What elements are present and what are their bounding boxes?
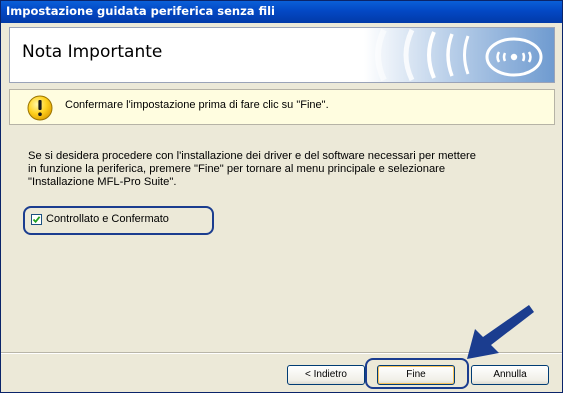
confirm-checkbox[interactable]: [31, 214, 42, 225]
instruction-line: in funzione la periferica, premere "Fine…: [28, 163, 446, 175]
page-title: Nota Importante: [22, 42, 163, 62]
wizard-header: Nota Importante: [9, 27, 555, 83]
confirm-checkbox-label[interactable]: Controllato e Confermato: [46, 213, 169, 225]
title-bar: Impostazione guidata periferica senza fi…: [1, 1, 562, 23]
notice-banner: Confermare l'impostazione prima di fare …: [9, 89, 555, 125]
pointer-arrow-icon: [467, 305, 534, 359]
checkmark-icon: [32, 216, 41, 224]
back-button[interactable]: < Indietro: [287, 365, 365, 385]
instruction-text: Se si desidera procedere con l'installaz…: [28, 150, 538, 189]
wizard-window: Impostazione guidata periferica senza fi…: [0, 0, 563, 393]
instruction-line: "Installazione MFL-Pro Suite".: [28, 176, 177, 188]
cancel-button[interactable]: Annulla: [471, 365, 549, 385]
warning-icon: [27, 95, 53, 121]
window-title: Impostazione guidata periferica senza fi…: [6, 4, 275, 18]
notice-text: Confermare l'impostazione prima di fare …: [65, 99, 329, 111]
wireless-signal-icon: [364, 28, 554, 82]
finish-button[interactable]: Fine: [377, 365, 455, 385]
instruction-line: Se si desidera procedere con l'installaz…: [28, 150, 477, 162]
